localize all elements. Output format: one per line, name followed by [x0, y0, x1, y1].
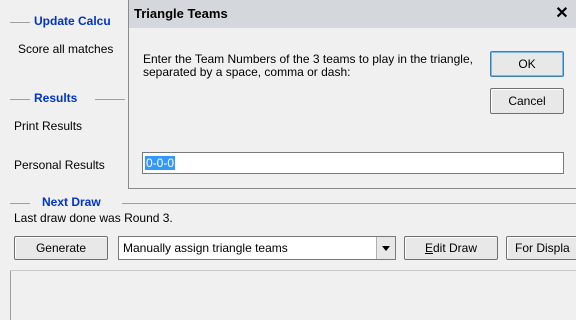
next-draw-heading: Next Draw	[42, 195, 101, 209]
print-results-label: Print Results	[14, 119, 83, 133]
update-group-heading: Update Calcu	[34, 14, 111, 28]
next-draw-line-right	[122, 203, 576, 204]
chevron-down-icon	[382, 246, 390, 251]
dialog-title-bar[interactable]: Triangle Teams ✕	[129, 0, 576, 28]
cancel-button-label: Cancel	[508, 94, 546, 108]
dialog-title: Triangle Teams	[134, 6, 228, 21]
close-button[interactable]: ✕	[551, 4, 573, 24]
status-panel	[10, 271, 576, 320]
personal-results-label: Personal Results	[14, 158, 105, 172]
dialog-prompt: Enter the Team Numbers of the 3 teams to…	[143, 52, 473, 79]
close-icon: ✕	[555, 5, 569, 22]
edit-draw-button[interactable]: Edit Draw	[404, 236, 498, 260]
for-display-button[interactable]: For Displa	[506, 236, 576, 260]
team-numbers-value: 0-0-0	[145, 156, 176, 170]
results-group-line-right	[95, 99, 125, 100]
for-display-label: For Displa	[515, 241, 570, 255]
cancel-button[interactable]: Cancel	[490, 88, 564, 114]
results-group-heading: Results	[34, 91, 78, 105]
results-group-line-left	[10, 99, 30, 100]
edit-draw-label: dit Draw	[433, 241, 478, 255]
ok-button-label: OK	[518, 57, 536, 71]
last-draw-text: Last draw done was Round 3.	[14, 211, 173, 225]
edit-draw-mnemonic: E	[424, 241, 433, 255]
triangle-teams-dialog: Triangle Teams ✕ Enter the Team Numbers …	[128, 0, 576, 189]
generate-button-label: Generate	[35, 241, 87, 255]
next-draw-line-left	[10, 203, 30, 204]
generate-button[interactable]: Generate	[14, 236, 108, 260]
draw-method-select[interactable]: Manually assign triangle teams	[118, 236, 396, 260]
score-all-label: Score all matches	[18, 42, 114, 56]
draw-method-value: Manually assign triangle teams	[123, 241, 288, 255]
team-numbers-input[interactable]: 0-0-0	[142, 152, 564, 174]
update-group-line-left	[10, 22, 30, 23]
dropdown-button[interactable]	[376, 237, 395, 259]
ok-button[interactable]: OK	[490, 51, 564, 77]
